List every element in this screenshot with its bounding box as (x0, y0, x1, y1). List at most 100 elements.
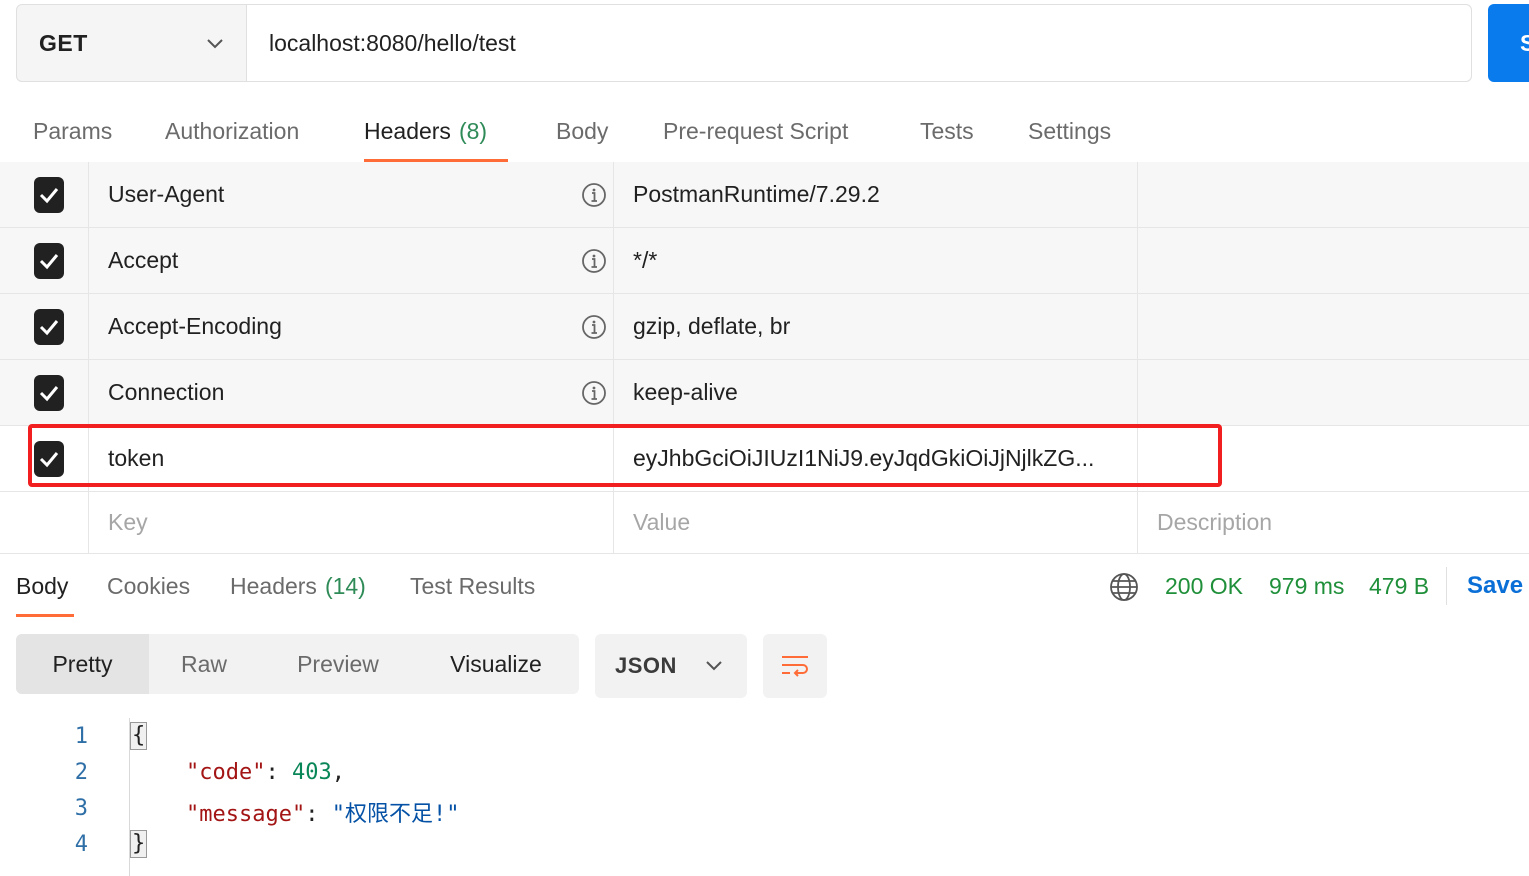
checkbox-cell (0, 162, 89, 227)
tab-response-headers[interactable]: Headers (14) (230, 555, 366, 617)
new-key-input[interactable]: Key (89, 492, 614, 553)
check-icon (39, 187, 59, 203)
checkbox-cell (0, 360, 89, 425)
header-key: User-Agent (108, 181, 225, 207)
json-value: 403 (291, 760, 332, 785)
tab-body[interactable]: Body (556, 100, 608, 162)
open-brace: { (130, 722, 148, 750)
tab-label: Authorization (165, 117, 300, 144)
view-pretty[interactable]: Pretty (16, 634, 149, 694)
check-icon (39, 385, 59, 401)
tab-label: Body (556, 117, 609, 144)
info-icon[interactable] (581, 182, 607, 208)
response-size[interactable]: 479 B (1369, 555, 1429, 617)
header-checkbox[interactable] (34, 242, 64, 279)
view-visualize[interactable]: Visualize (428, 634, 564, 694)
header-key-cell[interactable]: Connection (89, 360, 614, 425)
code-line: { (130, 722, 148, 750)
checkbox-cell (0, 294, 89, 359)
new-header-row: Key Value Description (0, 492, 1529, 554)
info-icon[interactable] (581, 380, 607, 406)
divider (1446, 567, 1447, 605)
header-value-cell[interactable]: eyJhbGciOiJIUzI1NiJ9.eyJqdGkiOiJjNjlkZG.… (614, 426, 1138, 491)
description-placeholder: Description (1157, 509, 1273, 535)
header-description-cell[interactable] (1138, 426, 1529, 491)
method-label: GET (39, 29, 88, 56)
tab-count: (14) (324, 572, 366, 599)
tab-pre-request-script[interactable]: Pre-request Script (663, 100, 848, 162)
chevron-down-icon (706, 661, 722, 671)
checkbox-cell (0, 492, 89, 553)
checkbox-cell (0, 228, 89, 293)
header-key: Accept-Encoding (108, 313, 282, 339)
tab-test-results[interactable]: Test Results (410, 555, 535, 617)
tab-label: Params (33, 117, 113, 144)
send-button[interactable]: S (1488, 4, 1529, 82)
table-row: Accept-Encoding gzip, deflate, br (0, 294, 1529, 360)
url-input[interactable]: localhost:8080/hello/test (247, 5, 1471, 81)
view-raw[interactable]: Raw (156, 634, 252, 694)
view-preview[interactable]: Preview (276, 634, 400, 694)
response-body-code[interactable]: 1 2 3 4 { "code": 403, "message": "权限不足!… (0, 718, 1529, 876)
tab-label: Headers (230, 572, 317, 599)
save-response-button[interactable]: Save (1467, 555, 1523, 617)
new-value-input[interactable]: Value (614, 492, 1138, 553)
header-value: gzip, deflate, br (633, 313, 791, 339)
header-checkbox[interactable] (34, 440, 64, 477)
tab-settings[interactable]: Settings (1028, 100, 1111, 162)
active-tab-indicator (16, 614, 74, 617)
header-checkbox[interactable] (34, 308, 64, 345)
close-brace: } (130, 830, 148, 858)
status-code[interactable]: 200 OK (1165, 555, 1243, 617)
response-time[interactable]: 979 ms (1269, 555, 1344, 617)
value-placeholder: Value (633, 509, 691, 535)
tab-cookies[interactable]: Cookies (107, 555, 190, 617)
code-line: "code": 403, (186, 760, 345, 785)
tab-label: Headers (364, 117, 451, 144)
globe-icon[interactable] (1108, 571, 1140, 603)
header-description-cell[interactable] (1138, 294, 1529, 359)
header-description-cell[interactable] (1138, 228, 1529, 293)
header-value: keep-alive (633, 379, 738, 405)
tab-headers[interactable]: Headers (8) (364, 100, 508, 162)
json-key: "message" (186, 802, 306, 827)
json-key: "code" (186, 760, 266, 785)
tab-params[interactable]: Params (33, 100, 112, 162)
line-number: 2 (74, 760, 88, 785)
check-icon (39, 253, 59, 269)
header-value-cell[interactable]: gzip, deflate, br (614, 294, 1138, 359)
header-key-cell[interactable]: Accept-Encoding (89, 294, 614, 359)
check-icon (39, 319, 59, 335)
header-value-cell[interactable]: PostmanRuntime/7.29.2 (614, 162, 1138, 227)
tab-tests[interactable]: Tests (920, 100, 974, 162)
header-value-cell[interactable]: keep-alive (614, 360, 1138, 425)
format-select[interactable]: JSON (595, 634, 747, 698)
wrap-lines-button[interactable] (763, 634, 827, 698)
tab-label: Pre-request Script (663, 117, 849, 144)
header-description-cell[interactable] (1138, 360, 1529, 425)
header-key-cell[interactable]: User-Agent (89, 162, 614, 227)
table-row: User-Agent PostmanRuntime/7.29.2 (0, 162, 1529, 228)
line-number: 3 (74, 796, 88, 821)
table-row: Connection keep-alive (0, 360, 1529, 426)
tab-label: Tests (920, 117, 974, 144)
tab-label: Settings (1028, 117, 1112, 144)
header-value: eyJhbGciOiJIUzI1NiJ9.eyJqdGkiOiJjNjlkZG.… (633, 445, 1095, 471)
tab-authorization[interactable]: Authorization (165, 100, 299, 162)
header-key-cell[interactable]: Accept (89, 228, 614, 293)
new-description-input[interactable]: Description (1138, 492, 1529, 553)
send-label: S (1520, 29, 1529, 56)
header-key-cell[interactable]: token (89, 426, 614, 491)
info-icon[interactable] (581, 314, 607, 340)
info-icon[interactable] (581, 248, 607, 274)
header-value-cell[interactable]: */* (614, 228, 1138, 293)
tab-response-body[interactable]: Body (16, 555, 74, 617)
header-description-cell[interactable] (1138, 162, 1529, 227)
line-number: 1 (74, 724, 88, 749)
view-mode-group: Pretty Raw Preview Visualize (16, 634, 579, 694)
method-select[interactable]: GET (17, 5, 247, 81)
line-number: 4 (74, 832, 88, 857)
header-checkbox[interactable] (34, 176, 64, 213)
header-checkbox[interactable] (34, 374, 64, 411)
header-key: token (108, 445, 165, 471)
